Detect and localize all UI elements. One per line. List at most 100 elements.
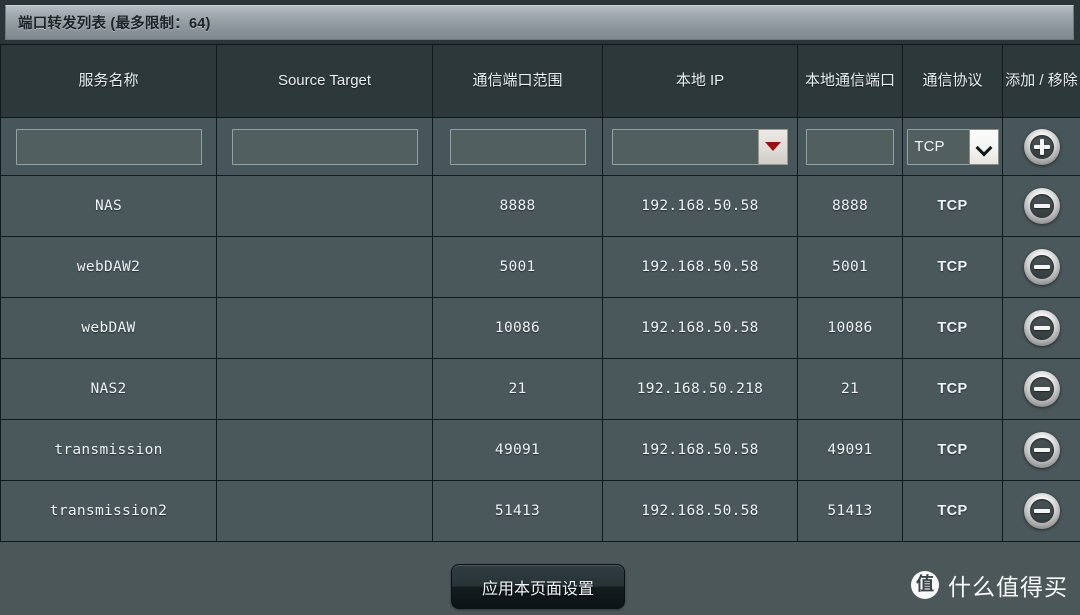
table-row: transmission2 51413 192.168.50.58 51413 … [0,480,1080,542]
table-header-row: 服务名称 Source Target 通信端口范围 本地 IP 本地通信端口 通… [0,44,1080,118]
smzdm-logo-icon: 值 [911,571,939,599]
table-header: 服务名称 Source Target 通信端口范围 本地 IP 本地通信端口 通… [0,44,1080,118]
cell-remove [1002,175,1080,237]
cell-protocol: TCP [902,419,1003,481]
cell-port-range: 21 [432,358,603,420]
page-title-prefix: 端口转发列表 (最多限制： [18,16,189,32]
cell-new-port-range [432,117,603,176]
cell-local-ip: 192.168.50.58 [602,236,798,298]
cell-local-port: 51413 [797,480,903,542]
cell-port-range: 49091 [432,419,603,481]
page-title-suffix: ) [205,16,211,32]
table-row: NAS 8888 192.168.50.58 8888 TCP [0,175,1080,237]
cell-service-name: webDAW [0,297,217,359]
cell-remove [1002,236,1080,298]
table-body: TCP NAS 8888 192.168.50.58 8888 TCP webD… [0,117,1080,542]
column-header-local-port: 本地通信端口 [797,44,903,118]
column-header-service-name: 服务名称 [0,44,217,118]
minus-circle-icon [1033,448,1050,452]
cell-source-target [216,297,433,359]
cell-protocol: TCP [902,175,1003,237]
local-ip-combobox[interactable] [612,128,788,165]
panel-titlebar: 端口转发列表 (最多限制：64) [5,5,1074,40]
cell-service-name: transmission [0,419,217,481]
protocol-select-value: TCP [914,137,945,155]
cell-new-source-target [216,117,433,176]
cell-protocol: TCP [902,297,1003,359]
cell-new-add [1002,117,1080,176]
cell-service-name: NAS2 [0,358,217,420]
cell-new-service-name [0,117,217,176]
cell-new-local-ip [602,117,798,176]
table-row: transmission 49091 192.168.50.58 49091 T… [0,419,1080,481]
source-target-input[interactable] [231,128,418,165]
cell-local-port: 49091 [797,419,903,481]
minus-circle-icon [1033,204,1050,208]
cell-service-name: webDAW2 [0,236,217,298]
triangle-down-icon [765,142,781,151]
minus-circle-icon [1033,326,1050,330]
cell-local-ip: 192.168.50.58 [602,175,798,237]
page-title-limit: 64 [188,16,206,32]
watermark: 值 什么值得买 [911,568,1068,602]
cell-remove [1002,480,1080,542]
local-ip-dropdown-button[interactable] [758,128,788,165]
cell-local-ip: 192.168.50.58 [602,297,798,359]
remove-entry-button[interactable] [1023,310,1060,346]
minus-circle-icon [1033,387,1050,391]
footer-bar: 应用本页面设置 值 什么值得买 [0,556,1080,615]
page-title: 端口转发列表 (最多限制：64) [18,12,211,33]
service-name-input[interactable] [15,128,202,165]
cell-service-name: NAS [0,175,217,237]
local-port-input[interactable] [806,128,894,165]
cell-source-target [216,358,433,420]
apply-settings-button[interactable]: 应用本页面设置 [451,564,625,609]
plus-icon-vertical-bar [1039,138,1044,155]
cell-protocol: TCP [902,480,1003,542]
cell-service-name: transmission2 [0,480,217,542]
cell-port-range: 5001 [432,236,603,298]
cell-port-range: 8888 [432,175,603,237]
cell-remove [1002,419,1080,481]
remove-entry-button[interactable] [1023,493,1060,529]
cell-port-range: 51413 [432,480,603,542]
watermark-text: 什么值得买 [948,575,1068,601]
column-header-port-range: 通信端口范围 [432,44,603,118]
minus-circle-icon [1033,265,1050,269]
add-entry-button[interactable] [1023,128,1060,165]
column-header-add-remove: 添加 / 移除 [1002,44,1080,118]
cell-local-ip: 192.168.50.58 [602,480,798,542]
new-entry-row: TCP [0,117,1080,176]
cell-port-range: 10086 [432,297,603,359]
titlebar-container: 端口转发列表 (最多限制：64) [0,0,1080,44]
cell-protocol: TCP [902,236,1003,298]
chevron-down-icon [978,141,990,153]
protocol-select-button[interactable] [968,128,999,165]
cell-source-target [216,175,433,237]
column-header-protocol: 通信协议 [902,44,1003,118]
cell-protocol: TCP [902,358,1003,420]
remove-entry-button[interactable] [1023,432,1060,468]
remove-entry-button[interactable] [1023,188,1060,224]
cell-local-port: 10086 [797,297,903,359]
column-header-local-ip: 本地 IP [602,44,798,118]
cell-local-port: 21 [797,358,903,420]
cell-local-port: 5001 [797,236,903,298]
cell-new-protocol: TCP [902,117,1003,176]
cell-local-ip: 192.168.50.58 [602,419,798,481]
remove-entry-button[interactable] [1023,371,1060,407]
cell-new-local-port [797,117,903,176]
minus-circle-icon [1033,509,1050,513]
cell-source-target [216,480,433,542]
port-forwarding-page: 端口转发列表 (最多限制：64) 服务名称 Source Target 通信端口… [0,0,1080,615]
table-row: webDAW2 5001 192.168.50.58 5001 TCP [0,236,1080,298]
cell-remove [1002,358,1080,420]
table-row: webDAW 10086 192.168.50.58 10086 TCP [0,297,1080,359]
protocol-select[interactable]: TCP [906,128,999,165]
port-range-input[interactable] [449,128,586,165]
remove-entry-button[interactable] [1023,249,1060,285]
cell-source-target [216,419,433,481]
column-header-source-target: Source Target [216,44,433,118]
cell-source-target [216,236,433,298]
port-forwarding-table: 服务名称 Source Target 通信端口范围 本地 IP 本地通信端口 通… [0,44,1080,542]
